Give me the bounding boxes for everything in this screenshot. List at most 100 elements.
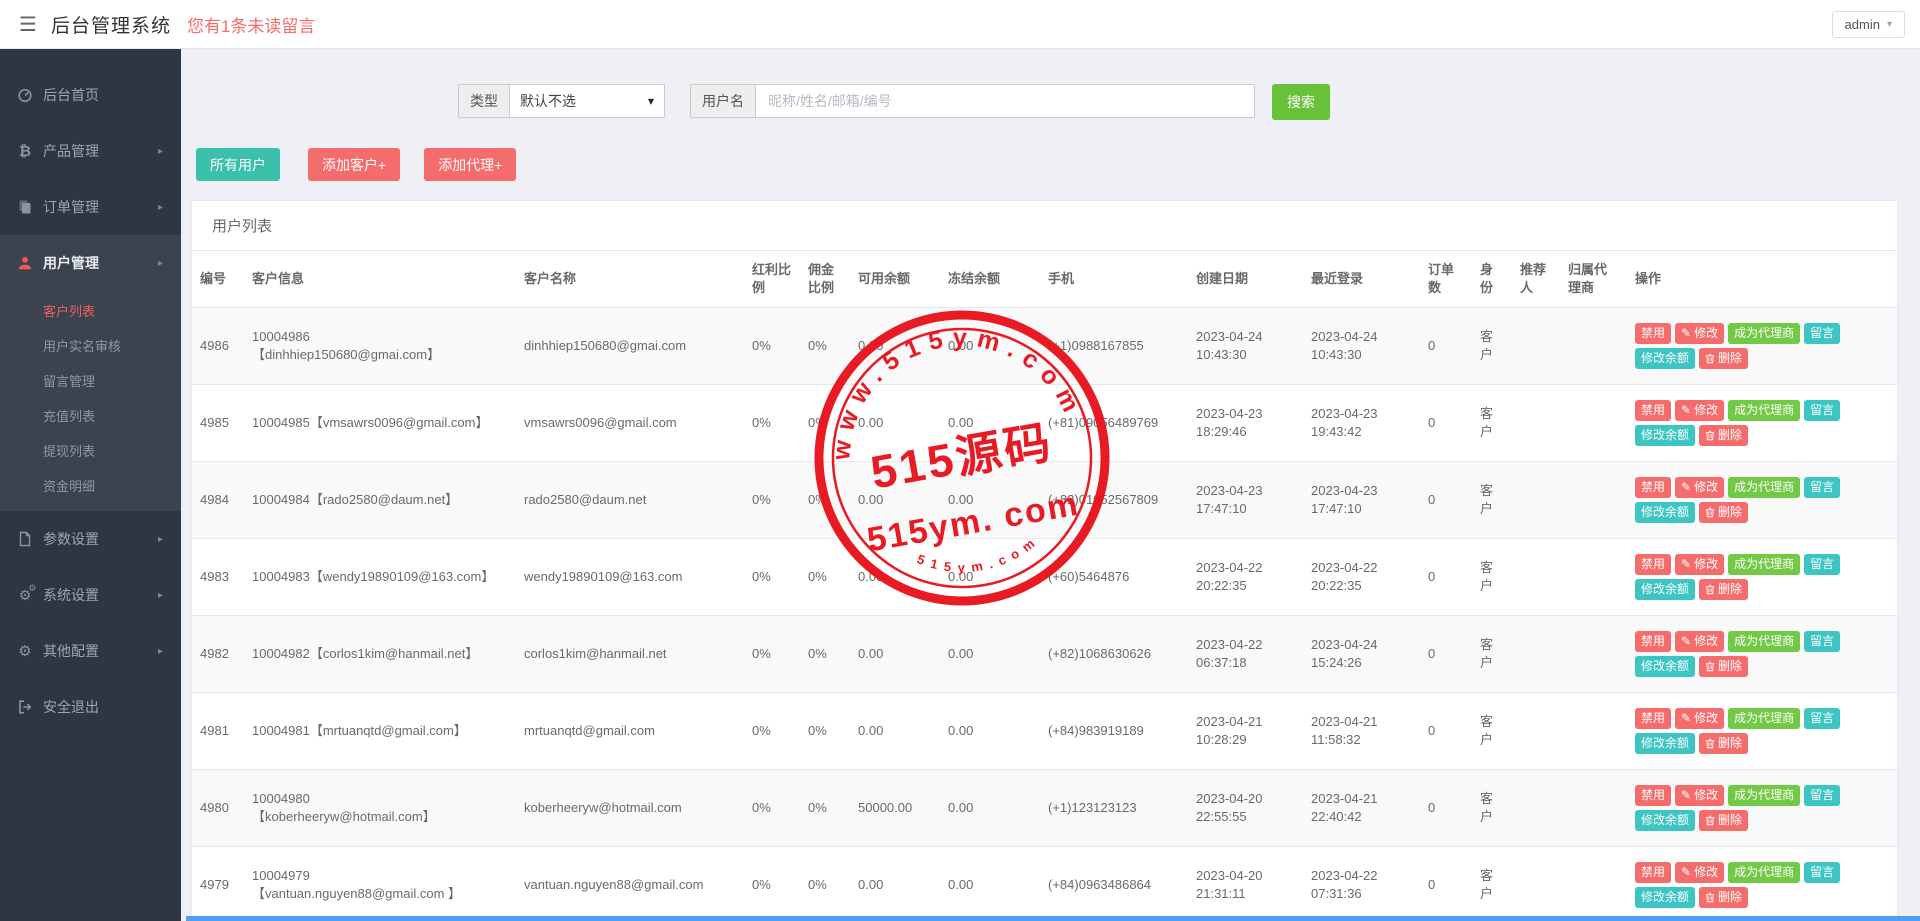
become-agent-button[interactable]: 成为代理商 [1728, 631, 1800, 652]
delete-button[interactable]: 删除 [1699, 502, 1748, 523]
message-button[interactable]: 留言 [1804, 785, 1840, 806]
edit-button[interactable]: ✎修改 [1675, 323, 1724, 344]
edit-balance-button[interactable]: 修改余额 [1635, 810, 1695, 831]
edit-button[interactable]: ✎修改 [1675, 400, 1724, 421]
sidebar-item-customer-list[interactable]: 客户列表 [0, 293, 181, 328]
message-button[interactable]: 留言 [1804, 323, 1840, 344]
delete-button[interactable]: 删除 [1699, 733, 1748, 754]
disable-button[interactable]: 禁用 [1635, 862, 1671, 883]
disable-button[interactable]: 禁用 [1635, 785, 1671, 806]
column-header: 最近登录 [1303, 251, 1420, 308]
edit-balance-button[interactable]: 修改余额 [1635, 733, 1695, 754]
cell-order-count: 0 [1420, 616, 1472, 693]
sidebar-item-logout[interactable]: 安全退出 [0, 679, 181, 735]
table-row: 4986 10004986【dinhhiep150680@gmai.com】 d… [192, 308, 1897, 385]
edit-balance-button[interactable]: 修改余额 [1635, 656, 1695, 677]
add-agent-button[interactable]: 添加代理+ [424, 148, 516, 181]
edit-button[interactable]: ✎修改 [1675, 785, 1724, 806]
edit-balance-button[interactable]: 修改余额 [1635, 579, 1695, 600]
gear-icon: ⚙ [16, 642, 34, 660]
message-button[interactable]: 留言 [1804, 554, 1840, 575]
disable-button[interactable]: 禁用 [1635, 631, 1671, 652]
table-row: 4979 10004979【vantuan.nguyen88@gmail.com… [192, 847, 1897, 921]
delete-button[interactable]: 删除 [1699, 810, 1748, 831]
cell-last-login: 2023-04-2317:47:10 [1303, 462, 1420, 539]
horizontal-scrollbar[interactable] [186, 916, 1920, 921]
sidebar-item-product-management[interactable]: ₿ 产品管理 ▸ [0, 123, 181, 179]
message-button[interactable]: 留言 [1804, 400, 1840, 421]
disable-button[interactable]: 禁用 [1635, 477, 1671, 498]
edit-button[interactable]: ✎修改 [1675, 477, 1724, 498]
sidebar-item-user-management[interactable]: 用户管理 ▸ [0, 235, 181, 291]
app-title: 后台管理系统 [51, 11, 171, 38]
add-customer-button[interactable]: 添加客户+ [308, 148, 400, 181]
become-agent-button[interactable]: 成为代理商 [1728, 477, 1800, 498]
message-button[interactable]: 留言 [1804, 477, 1840, 498]
column-header: 冻结余额 [940, 251, 1040, 308]
disable-button[interactable]: 禁用 [1635, 400, 1671, 421]
sidebar-item-realname-review[interactable]: 用户实名审核 [0, 328, 181, 363]
admin-dropdown[interactable]: admin ▾ [1832, 11, 1905, 38]
user-icon [16, 255, 34, 271]
sidebar-item-parameter-settings[interactable]: 参数设置 ▸ [0, 511, 181, 567]
cell-bonus-ratio: 0% [744, 693, 800, 770]
delete-button[interactable]: 删除 [1699, 887, 1748, 908]
search-button[interactable]: 搜索 [1272, 84, 1330, 120]
sidebar-item-recharge-list[interactable]: 充值列表 [0, 398, 181, 433]
trash-icon [1705, 815, 1715, 826]
disable-button[interactable]: 禁用 [1635, 554, 1671, 575]
disable-button[interactable]: 禁用 [1635, 323, 1671, 344]
edit-button[interactable]: ✎修改 [1675, 708, 1724, 729]
delete-button[interactable]: 删除 [1699, 579, 1748, 600]
sidebar-item-message-management[interactable]: 留言管理 [0, 363, 181, 398]
edit-button[interactable]: ✎修改 [1675, 862, 1724, 883]
sidebar-item-fund-details[interactable]: 资金明细 [0, 468, 181, 503]
disable-button[interactable]: 禁用 [1635, 708, 1671, 729]
edit-button[interactable]: ✎修改 [1675, 554, 1724, 575]
type-select[interactable]: 默认不选 ▾ [509, 84, 665, 118]
edit-balance-button[interactable]: 修改余额 [1635, 502, 1695, 523]
all-users-button[interactable]: 所有用户 [196, 148, 280, 181]
table-row: 4982 10004982【corlos1kim@hanmail.net】 co… [192, 616, 1897, 693]
sidebar-item-dashboard[interactable]: 后台首页 [0, 67, 181, 123]
cell-actions: 禁用 ✎修改 成为代理商 留言 修改余额 删除 [1627, 847, 1897, 921]
delete-button[interactable]: 删除 [1699, 348, 1748, 369]
edit-balance-button[interactable]: 修改余额 [1635, 425, 1695, 446]
become-agent-button[interactable]: 成为代理商 [1728, 785, 1800, 806]
delete-button[interactable]: 删除 [1699, 425, 1748, 446]
table-row: 4985 10004985【vmsawrs0096@gmail.com】 vms… [192, 385, 1897, 462]
become-agent-button[interactable]: 成为代理商 [1728, 708, 1800, 729]
menu-toggle-icon[interactable]: ☰ [19, 12, 37, 37]
sidebar-item-withdraw-list[interactable]: 提现列表 [0, 433, 181, 468]
cell-created: 2023-04-2220:22:35 [1188, 539, 1303, 616]
cell-id: 4986 [192, 308, 244, 385]
become-agent-button[interactable]: 成为代理商 [1728, 862, 1800, 883]
username-filter-group: 用户名 [690, 84, 1255, 118]
sidebar-item-other-config[interactable]: ⚙ 其他配置 ▸ [0, 623, 181, 679]
admin-username: admin [1845, 17, 1880, 32]
edit-balance-button[interactable]: 修改余额 [1635, 887, 1695, 908]
cell-phone: (+84)983919189 [1040, 693, 1188, 770]
column-header: 归属代理商 [1560, 251, 1627, 308]
cell-referrer [1512, 616, 1560, 693]
become-agent-button[interactable]: 成为代理商 [1728, 554, 1800, 575]
edit-button[interactable]: ✎修改 [1675, 631, 1724, 652]
cell-created: 2023-04-2206:37:18 [1188, 616, 1303, 693]
cell-role: 客户 [1472, 770, 1512, 847]
trash-icon [1705, 584, 1715, 595]
message-button[interactable]: 留言 [1804, 708, 1840, 729]
delete-button[interactable]: 删除 [1699, 656, 1748, 677]
message-button[interactable]: 留言 [1804, 631, 1840, 652]
become-agent-button[interactable]: 成为代理商 [1728, 323, 1800, 344]
become-agent-button[interactable]: 成为代理商 [1728, 400, 1800, 421]
unread-message-notice[interactable]: 您有1条未读留言 [187, 12, 315, 37]
pencil-icon: ✎ [1681, 558, 1691, 571]
sidebar-item-label: 参数设置 [43, 529, 99, 549]
edit-balance-button[interactable]: 修改余额 [1635, 348, 1695, 369]
message-button[interactable]: 留言 [1804, 862, 1840, 883]
sidebar-item-order-management[interactable]: 订单管理 ▸ [0, 179, 181, 235]
cell-commission-ratio: 0% [800, 462, 850, 539]
cell-frozen-balance: 0.00 [940, 539, 1040, 616]
sidebar-item-system-settings[interactable]: ⚙⚙ 系统设置 ▸ [0, 567, 181, 623]
username-input[interactable] [755, 84, 1255, 118]
